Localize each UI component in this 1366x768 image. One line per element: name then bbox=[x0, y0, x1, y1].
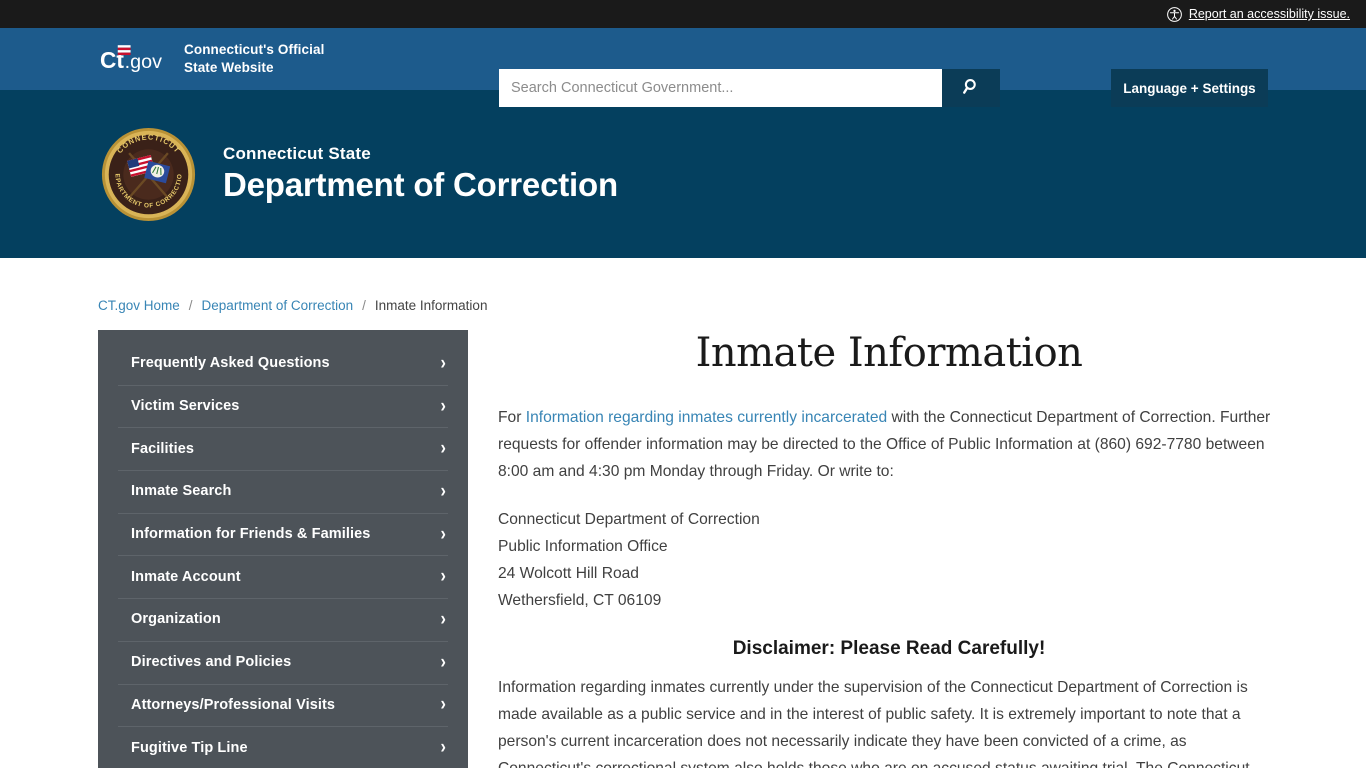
chevron-right-icon: › bbox=[440, 608, 446, 630]
agency-titles: Connecticut State Department of Correcti… bbox=[223, 144, 618, 203]
sidebar-item-inmate-account[interactable]: Inmate Account › bbox=[98, 555, 468, 598]
breadcrumb-item-ctgov-home[interactable]: CT.gov Home bbox=[98, 298, 180, 313]
agency-subtitle: Connecticut State bbox=[223, 144, 371, 164]
agency-title: Department of Correction bbox=[223, 166, 618, 204]
sidebar-item-directives-and-policies[interactable]: Directives and Policies › bbox=[98, 640, 468, 684]
disclaimer-paragraph: Information regarding inmates currently … bbox=[498, 679, 1250, 768]
page-body: Frequently Asked Questions › Victim Serv… bbox=[0, 330, 1366, 768]
sidebar-item-label: Victim Services bbox=[131, 398, 240, 415]
sidebar-item-label: Fugitive Tip Line bbox=[131, 739, 248, 756]
chevron-right-icon: › bbox=[440, 438, 446, 460]
search-input[interactable] bbox=[499, 69, 942, 107]
sidebar-item-facilities[interactable]: Facilities › bbox=[98, 427, 468, 470]
chevron-right-icon: › bbox=[440, 651, 446, 673]
ctgov-brand-text: Connecticut's Official State Website bbox=[184, 41, 324, 77]
breadcrumb-item-current: Inmate Information bbox=[374, 298, 488, 313]
chevron-right-icon: › bbox=[440, 694, 446, 716]
inmates-currently-incarcerated-link[interactable]: Information regarding inmates currently … bbox=[526, 409, 887, 426]
chevron-right-icon: › bbox=[440, 566, 446, 588]
disclaimer-heading: Disclaimer: Please Read Carefully! bbox=[732, 638, 1046, 659]
agency-banner: CONNECTICUT DEPARTMENT OF CORRECTION Con… bbox=[0, 90, 1366, 258]
language-settings-button[interactable]: Language + Settings bbox=[1111, 69, 1268, 107]
sidebar-item-information-for-friends-and-families[interactable]: Information for Friends & Families › bbox=[98, 512, 468, 556]
site-search bbox=[499, 69, 1000, 107]
address-line: Public Information Office bbox=[498, 538, 668, 555]
sidebar-item-label: Inmate Search bbox=[131, 483, 232, 500]
search-submit-button[interactable] bbox=[942, 69, 1000, 107]
breadcrumb: CT.gov Home / Department of Correction /… bbox=[98, 298, 1366, 313]
sidebar-item-victim-services[interactable]: Victim Services › bbox=[98, 384, 468, 428]
sidebar-item-frequently-asked-questions[interactable]: Frequently Asked Questions › bbox=[98, 342, 468, 385]
page-title: Inmate Information bbox=[695, 330, 1083, 376]
accessibility-icon bbox=[1166, 6, 1182, 22]
sidebar-item-label: Facilities bbox=[131, 440, 195, 457]
ctgov-brand-link[interactable]: Ct .gov Connecticut's Official State Web… bbox=[100, 41, 324, 77]
intro-prefix: For bbox=[498, 409, 526, 426]
mailing-address-block: Connecticut Department of Correction Pub… bbox=[498, 506, 1280, 614]
intro-paragraph: For Information regarding inmates curren… bbox=[498, 404, 1280, 485]
address-line: Connecticut Department of Correction bbox=[498, 511, 760, 528]
breadcrumb-separator: / bbox=[188, 298, 193, 313]
main-content: Inmate Information For Information regar… bbox=[468, 330, 1366, 768]
sidebar-item-label: Organization bbox=[131, 611, 221, 628]
breadcrumb-item-department-of-correction[interactable]: Department of Correction bbox=[202, 298, 354, 313]
sidebar-item-label: Information for Friends & Families bbox=[131, 526, 371, 543]
address-line: Wethersfield, CT 06109 bbox=[498, 592, 662, 609]
department-of-correction-seal-icon: CONNECTICUT DEPARTMENT OF CORRECTION bbox=[100, 126, 197, 223]
ctgov-logo-icon: Ct .gov bbox=[100, 41, 174, 77]
breadcrumb-separator: / bbox=[362, 298, 366, 313]
chevron-right-icon: › bbox=[440, 480, 446, 502]
accessibility-bar: Report an accessibility issue. bbox=[0, 0, 1366, 28]
chevron-right-icon: › bbox=[440, 395, 446, 417]
ctgov-brand-line2: State Website bbox=[184, 60, 274, 75]
chevron-right-icon: › bbox=[440, 737, 446, 759]
sidebar-item-inmate-search[interactable]: Inmate Search › bbox=[98, 470, 468, 513]
sidebar-item-organization[interactable]: Organization › bbox=[98, 598, 468, 641]
sidebar-item-fugitive-tip-line[interactable]: Fugitive Tip Line › bbox=[98, 726, 468, 768]
search-icon bbox=[962, 77, 981, 99]
report-accessibility-issue-link[interactable]: Report an accessibility issue. bbox=[1166, 6, 1350, 22]
sidebar-item-label: Directives and Policies bbox=[131, 654, 292, 671]
sidebar-navigation: Frequently Asked Questions › Victim Serv… bbox=[98, 330, 468, 768]
sidebar-item-label: Frequently Asked Questions bbox=[131, 355, 330, 372]
address-line: 24 Wolcott Hill Road bbox=[498, 565, 639, 582]
chevron-right-icon: › bbox=[440, 352, 446, 374]
chevron-right-icon: › bbox=[440, 523, 446, 545]
ctgov-brand-line1: Connecticut's Official bbox=[184, 41, 325, 57]
ctgov-header-bar: Ct .gov Connecticut's Official State Web… bbox=[0, 28, 1366, 107]
report-accessibility-issue-label: Report an accessibility issue. bbox=[1188, 7, 1350, 21]
sidebar-item-attorneys-professional-visits[interactable]: Attorneys/Professional Visits › bbox=[98, 683, 468, 727]
sidebar-item-label: Inmate Account bbox=[131, 568, 241, 585]
sidebar-item-label: Attorneys/Professional Visits bbox=[131, 696, 336, 713]
